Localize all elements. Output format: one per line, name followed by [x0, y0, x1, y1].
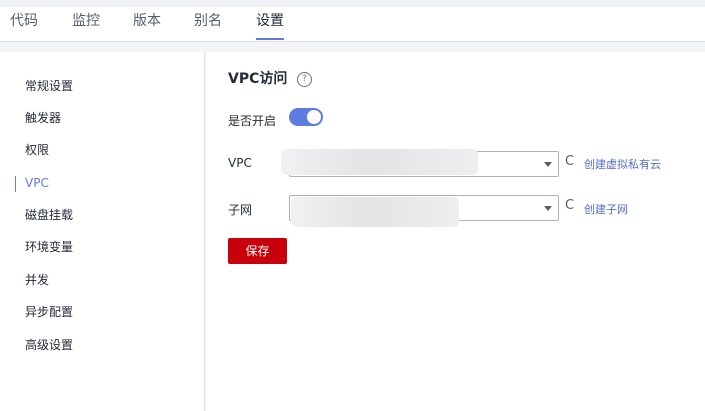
tab-monitoring[interactable]: 监控	[72, 7, 100, 40]
tab-aliases[interactable]: 别名	[194, 7, 222, 40]
enable-label: 是否开启	[228, 114, 277, 128]
refresh-subnet-icon[interactable]: C	[565, 198, 574, 213]
sidebar-item-permissions[interactable]: 权限	[0, 138, 204, 162]
tab-code[interactable]: 代码	[10, 7, 38, 40]
help-icon[interactable]: ?	[297, 72, 312, 87]
vpc-settings-panel: VPC访问 ? 是否开启 VPC C 创建虚拟私有云 子网 C 创建子网 保存	[206, 52, 705, 411]
sidebar-item-async-config[interactable]: 异步配置	[0, 300, 204, 324]
create-subnet-link[interactable]: 创建子网	[584, 201, 628, 217]
chevron-down-icon	[544, 162, 552, 167]
redacted-subnet-value	[291, 197, 459, 227]
subnet-label: 子网	[228, 203, 253, 217]
save-button[interactable]: 保存	[228, 238, 287, 264]
chevron-down-icon	[544, 206, 552, 211]
tab-settings[interactable]: 设置	[256, 7, 284, 40]
toggle-knob	[307, 110, 321, 124]
tab-versions[interactable]: 版本	[133, 7, 161, 40]
sidebar-item-triggers[interactable]: 触发器	[0, 106, 204, 130]
sidebar-item-general[interactable]: 常规设置	[0, 74, 204, 98]
sidebar-item-vpc[interactable]: VPC	[0, 171, 204, 195]
sidebar-item-advanced[interactable]: 高级设置	[0, 333, 204, 357]
vpc-access-toggle[interactable]	[289, 108, 323, 126]
redacted-vpc-value	[281, 149, 478, 175]
top-strip	[0, 0, 705, 7]
section-title: VPC访问	[228, 71, 288, 87]
create-vpc-link[interactable]: 创建虚拟私有云	[584, 156, 661, 172]
sidebar-item-env-vars[interactable]: 环境变量	[0, 235, 204, 259]
tab-bar: 代码 监控 版本 别名 设置	[0, 7, 705, 42]
sidebar-item-disk-mount[interactable]: 磁盘挂载	[0, 203, 204, 227]
vpc-label: VPC	[228, 156, 252, 170]
sidebar-item-concurrency[interactable]: 并发	[0, 268, 204, 292]
refresh-vpc-icon[interactable]: C	[565, 154, 574, 169]
settings-sidebar: 常规设置 触发器 权限 VPC 磁盘挂载 环境变量 并发 异步配置 高级设置	[0, 52, 205, 411]
